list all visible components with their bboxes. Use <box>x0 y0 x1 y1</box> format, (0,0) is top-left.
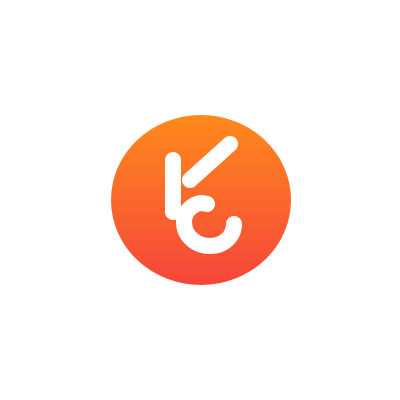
app-logo <box>110 114 292 286</box>
ok-hand-icon <box>111 115 291 285</box>
app-logo-screen <box>0 0 400 400</box>
